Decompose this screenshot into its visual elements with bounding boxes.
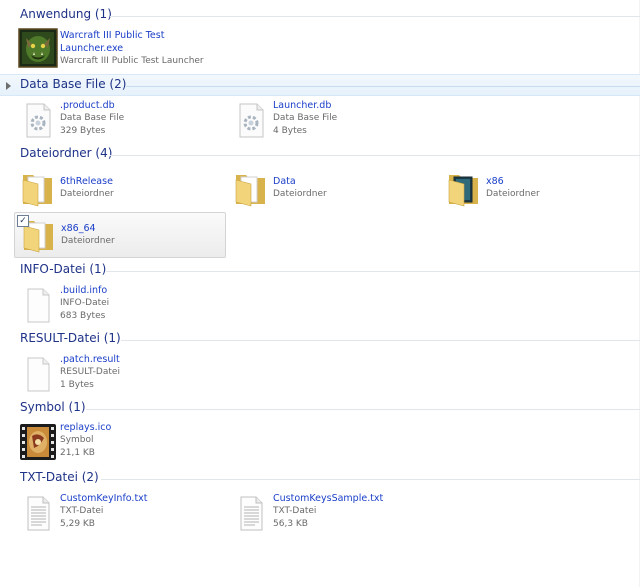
file-type: Data Base File — [60, 113, 125, 123]
file-item-patch-result[interactable]: .patch.result RESULT-Datei 1 Bytes — [14, 353, 224, 397]
text-file-icon — [231, 493, 271, 533]
folder-icon — [231, 168, 271, 208]
folder-icon — [18, 168, 58, 208]
folder-name: Data — [273, 176, 296, 187]
group-header-symbol[interactable]: Symbol (1) — [0, 398, 640, 418]
group-divider — [110, 16, 640, 17]
group-divider — [86, 409, 640, 410]
file-type: TXT-Datei — [273, 506, 317, 516]
group-title: RESULT-Datei (1) — [20, 331, 121, 345]
folder-name: x86_64 — [61, 223, 96, 234]
file-type: INFO-Datei — [60, 298, 110, 308]
group-header-info-datei[interactable]: INFO-Datei (1) — [0, 260, 640, 280]
file-item-product-db[interactable]: .product.db Data Base File 329 Bytes — [14, 99, 224, 143]
group-title: INFO-Datei (1) — [20, 262, 107, 276]
file-size: 329 Bytes — [60, 126, 106, 136]
file-name: .patch.result — [60, 354, 120, 365]
file-item-warcraft-launcher[interactable]: Warcraft III Public Test Launcher.exe Wa… — [14, 27, 224, 71]
file-item-replays-ico[interactable]: replays.ico Symbol 21,1 KB — [14, 421, 224, 465]
file-size: 5,29 KB — [60, 519, 95, 529]
folder-icon — [444, 168, 484, 208]
group-divider — [121, 340, 640, 341]
file-name: .build.info — [60, 285, 108, 296]
file-size: 56,3 KB — [273, 519, 308, 529]
group-header-data-base-file[interactable]: Data Base File (2) — [0, 74, 640, 96]
warcraft-orc-icon — [18, 28, 58, 68]
blank-file-icon — [18, 354, 58, 394]
group-header-txt-datei[interactable]: TXT-Datei (2) — [0, 468, 640, 488]
group-title: TXT-Datei (2) — [20, 470, 99, 484]
file-item-launcher-db[interactable]: Launcher.db Data Base File 4 Bytes — [227, 99, 437, 143]
folder-item-data[interactable]: Data Dateiordner — [227, 167, 437, 211]
group-divider — [101, 479, 640, 480]
file-name: CustomKeysSample.txt — [273, 493, 384, 504]
file-name: CustomKeyInfo.txt — [60, 493, 148, 504]
group-title: Dateiordner (4) — [20, 146, 113, 160]
file-size: 1 Bytes — [60, 380, 94, 390]
file-type: Warcraft III Public Test Launcher — [60, 56, 204, 66]
folder-type: Dateiordner — [61, 236, 115, 246]
text-file-icon — [18, 493, 58, 533]
group-divider — [110, 155, 640, 156]
file-name: Launcher.db — [273, 100, 332, 111]
folder-name: 6thRelease — [60, 176, 113, 187]
file-item-customkeyinfo[interactable]: CustomKeyInfo.txt TXT-Datei 5,29 KB — [14, 492, 224, 536]
group-header-dateiordner[interactable]: Dateiordner (4) — [0, 144, 640, 164]
folder-type: Dateiordner — [60, 189, 114, 199]
file-size: 683 Bytes — [60, 311, 106, 321]
folder-type: Dateiordner — [273, 189, 327, 199]
replays-icon — [18, 422, 58, 462]
group-title: Data Base File (2) — [20, 77, 127, 91]
file-name: Warcraft III Public Test Launcher.exe — [60, 30, 165, 54]
group-divider — [126, 86, 640, 87]
checkbox-checked-icon[interactable]: ✓ — [17, 215, 29, 227]
file-type: RESULT-Datei — [60, 367, 120, 377]
gear-file-icon — [18, 100, 58, 140]
group-divider — [106, 271, 640, 272]
file-type: TXT-Datei — [60, 506, 104, 516]
folder-item-x86[interactable]: x86 Dateiordner — [440, 167, 640, 211]
group-header-result-datei[interactable]: RESULT-Datei (1) — [0, 329, 640, 349]
file-type: Symbol — [60, 435, 94, 445]
file-name: replays.ico — [60, 422, 112, 433]
folder-item-x86-64[interactable]: ✓ x86_64 Dateiordner — [14, 212, 226, 258]
folder-item-6threlease[interactable]: 6thRelease Dateiordner — [14, 167, 224, 211]
file-type: Data Base File — [273, 113, 338, 123]
group-title: Anwendung (1) — [20, 7, 112, 21]
folder-name: x86 — [486, 176, 504, 187]
file-item-customkeyssample[interactable]: CustomKeysSample.txt TXT-Datei 56,3 KB — [227, 492, 437, 536]
group-title: Symbol (1) — [20, 400, 86, 414]
gear-file-icon — [231, 100, 271, 140]
file-size: 4 Bytes — [273, 126, 307, 136]
group-header-anwendung[interactable]: Anwendung (1) — [0, 5, 640, 25]
chevron-right-icon — [6, 82, 11, 90]
file-name: .product.db — [60, 100, 115, 111]
blank-file-icon — [18, 285, 58, 325]
folder-type: Dateiordner — [486, 189, 540, 199]
file-item-build-info[interactable]: .build.info INFO-Datei 683 Bytes — [14, 284, 224, 328]
file-size: 21,1 KB — [60, 448, 95, 458]
